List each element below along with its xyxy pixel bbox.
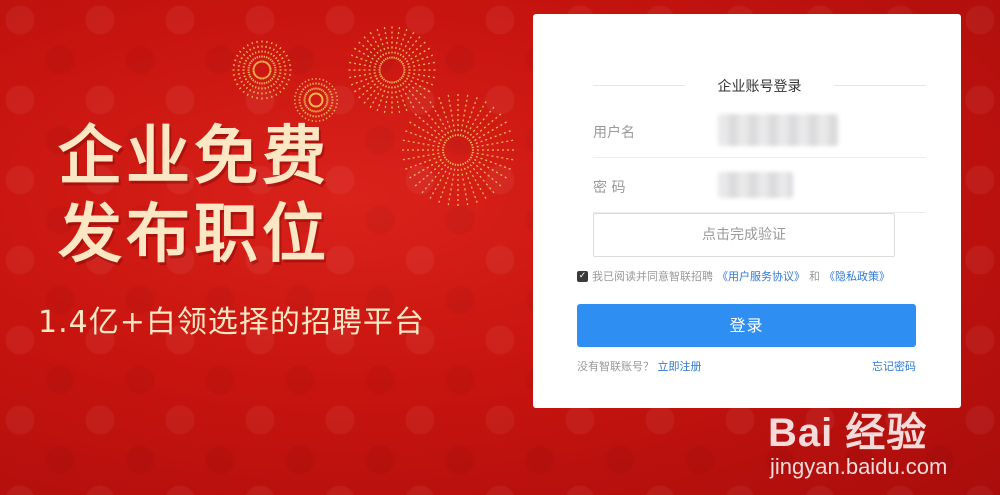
agree-and-text: 和 [809,270,820,283]
login-title: 企业账号登录 [717,79,802,95]
title-divider-right [834,85,926,86]
login-button[interactable]: 登录 [577,304,916,347]
baidu-jingyan-watermark: Bai 经验 jingyan.baidu.com [768,400,947,480]
hero-subtitle: 1.4亿+白领选择的招聘平台 [38,305,425,340]
agree-checkbox[interactable]: ✓ [577,270,588,282]
register-link[interactable]: 立即注册 [658,360,702,373]
watermark-url: jingyan.baidu.com [770,454,948,479]
password-label: 密 码 [593,180,626,196]
login-card: 企业账号登录 用户名 密 码 点击完成验证 ✓ 我已阅读并同意智联招聘 《用户服… [533,14,961,408]
user-agreement-link[interactable]: 《用户服务协议》 [717,268,805,284]
agreement-row: ✓ 我已阅读并同意智联招聘 《用户服务协议》 和 《隐私政策》 [577,268,890,284]
privacy-policy-link[interactable]: 《隐私政策》 [824,268,890,284]
username-input[interactable] [718,114,838,146]
login-title-row: 企业账号登录 [593,76,926,96]
username-label: 用户名 [593,125,635,141]
watermark-logo: Bai 经验 [768,411,928,455]
captcha-verify-button[interactable]: 点击完成验证 [593,213,895,257]
password-input[interactable] [718,172,793,198]
forgot-password-link[interactable]: 忘记密码 [872,358,916,374]
password-field[interactable]: 密 码 [593,159,926,213]
username-field[interactable]: 用户名 [593,104,926,158]
hero-title-line2: 发布职位 [58,198,330,272]
hero-title: 企业免费 发布职位 [58,118,330,274]
agree-text: 我已阅读并同意智联招聘 [592,270,713,283]
login-footer: 没有智联账号？ 立即注册 忘记密码 [577,358,916,374]
no-account-text: 没有智联账号？ [577,360,654,373]
hero-title-line1: 企业免费 [58,120,330,194]
